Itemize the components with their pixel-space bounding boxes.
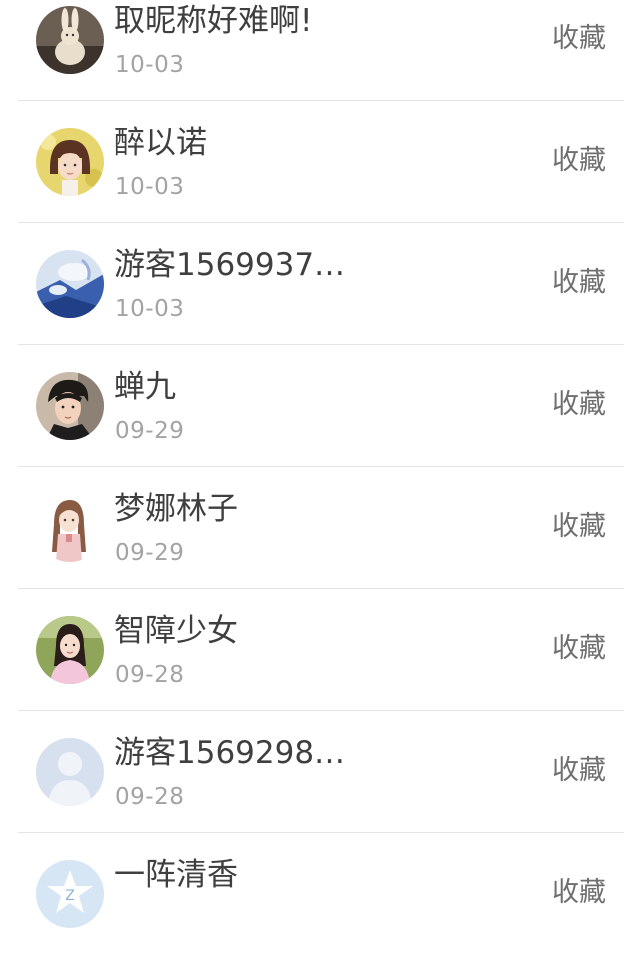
post-date: 10-03 <box>115 174 185 200</box>
post-date: 09-29 <box>115 418 185 444</box>
default-user-avatar-icon[interactable] <box>36 738 104 806</box>
list-item[interactable]: 醉以诺 10-03 收藏 <box>0 101 640 223</box>
list-item[interactable]: 梦娜林子 09-29 收藏 <box>0 467 640 589</box>
post-date: 09-28 <box>115 662 185 688</box>
user-name: 蝉九 <box>114 369 176 405</box>
user-name: 游客1569298… <box>114 735 346 771</box>
user-name: 一阵清香 <box>114 857 238 893</box>
user-name: 游客1569937… <box>114 247 346 283</box>
user-name: 梦娜林子 <box>114 491 238 527</box>
favorite-button[interactable]: 收藏 <box>552 21 606 57</box>
list-item[interactable]: Z 一阵清香 收藏 <box>0 833 640 955</box>
favorite-button[interactable]: 收藏 <box>552 387 606 423</box>
favorite-button[interactable]: 收藏 <box>552 753 606 789</box>
user-name: 智障少女 <box>114 613 238 649</box>
star-avatar-icon[interactable]: Z <box>36 860 104 928</box>
favorite-button[interactable]: 收藏 <box>552 509 606 545</box>
post-date: 10-03 <box>115 296 185 322</box>
favorite-button[interactable]: 收藏 <box>552 265 606 301</box>
list-item[interactable]: 智障少女 09-28 收藏 <box>0 589 640 711</box>
boy-avatar-icon[interactable] <box>36 372 104 440</box>
list-item[interactable]: 游客1569298… 09-28 收藏 <box>0 711 640 833</box>
list-item[interactable]: 蝉九 09-29 收藏 <box>0 345 640 467</box>
post-date: 09-29 <box>115 540 185 566</box>
list-item[interactable]: 游客1569937… 10-03 收藏 <box>0 223 640 345</box>
post-date: 10-03 <box>115 52 185 78</box>
anime-girl-avatar-icon[interactable] <box>36 494 104 562</box>
favorite-button[interactable]: 收藏 <box>552 631 606 667</box>
user-list: 取昵称好难啊! 10-03 收藏 醉以诺 10-03 收藏 游客1569937…… <box>0 0 640 955</box>
user-name: 醉以诺 <box>114 125 207 161</box>
list-item[interactable]: 取昵称好难啊! 10-03 收藏 <box>0 0 640 101</box>
svg-text:Z: Z <box>65 888 75 904</box>
blue-art-avatar-icon[interactable] <box>36 250 104 318</box>
user-name: 取昵称好难啊! <box>114 3 313 39</box>
post-date: 09-28 <box>115 784 185 810</box>
girl-pink-avatar-icon[interactable] <box>36 616 104 684</box>
girl-bob-avatar-icon[interactable] <box>36 128 104 196</box>
bunny-avatar-icon[interactable] <box>36 6 104 74</box>
favorite-button[interactable]: 收藏 <box>552 875 606 911</box>
favorite-button[interactable]: 收藏 <box>552 143 606 179</box>
